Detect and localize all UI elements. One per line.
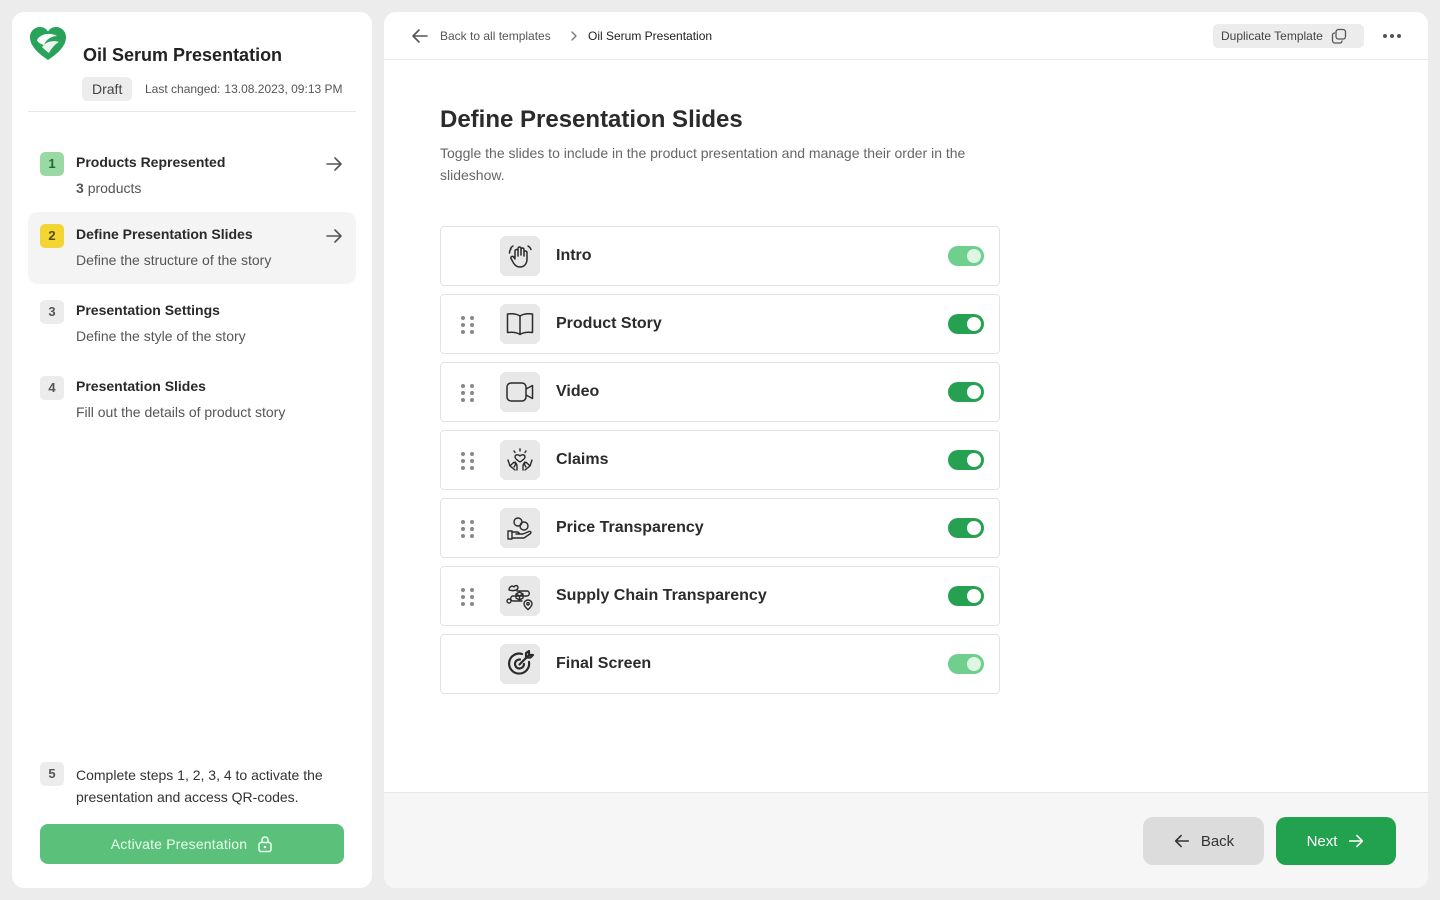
last-changed: Last changed: 13.08.2023, 09:13 PM	[145, 82, 343, 96]
slide-toggle-price-transparency[interactable]	[948, 518, 984, 538]
slide-toggle-supply-chain-transparency[interactable]	[948, 586, 984, 606]
last-changed-label: Last changed:	[145, 82, 221, 96]
presentation-title: Oil Serum Presentation	[83, 45, 283, 65]
slide-row-video: Video	[440, 362, 1000, 422]
back-button-label: Back	[1200, 832, 1235, 850]
drag-handle-icon[interactable]	[461, 452, 475, 470]
step-title: Products Represented	[76, 154, 226, 170]
step-products-represented[interactable]: 1 Products Represented 3 products	[28, 140, 356, 212]
more-options-icon[interactable]	[1380, 26, 1404, 46]
activate-button-label: Activate Presentation	[110, 836, 248, 852]
page-title: Define Presentation Slides	[440, 106, 743, 133]
step-subtitle: Fill out the details of product story	[76, 404, 286, 420]
step-number: 3	[40, 300, 64, 324]
copy-icon	[1331, 28, 1346, 44]
supply-route-icon	[500, 576, 540, 616]
lock-icon	[258, 836, 272, 853]
slide-label: Claims	[556, 451, 609, 468]
duplicate-button-label: Duplicate Template	[1221, 29, 1323, 43]
slide-toggle-intro[interactable]	[948, 246, 984, 266]
back-arrow-icon[interactable]	[410, 26, 430, 46]
hand-coins-icon	[500, 508, 540, 548]
target-arrow-icon	[500, 644, 540, 684]
step-subtitle: Define the structure of the story	[76, 252, 272, 268]
slide-label: Product Story	[556, 315, 662, 332]
step-presentation-settings[interactable]: 3 Presentation Settings Define the style…	[28, 288, 356, 360]
chevron-right-icon	[571, 31, 577, 41]
step-define-presentation-slides[interactable]: 2 Define Presentation Slides Define the …	[28, 212, 356, 284]
step-title: Presentation Settings	[76, 302, 220, 318]
slide-toggle-claims[interactable]	[948, 450, 984, 470]
arrow-right-icon	[326, 229, 342, 243]
hands-heart-icon	[500, 440, 540, 480]
arrow-right-icon	[1349, 834, 1364, 848]
slide-label: Intro	[556, 247, 592, 264]
step-subtitle: Define the style of the story	[76, 328, 246, 344]
product-count: 3	[76, 180, 84, 196]
step-presentation-slides[interactable]: 4 Presentation Slides Fill out the detai…	[28, 364, 356, 436]
next-button[interactable]: Next	[1276, 817, 1396, 865]
slide-label: Final Screen	[556, 655, 652, 672]
slide-row-price-transparency: Price Transparency	[440, 498, 1000, 558]
step-title: Presentation Slides	[76, 378, 206, 394]
page-description: Toggle the slides to include in the prod…	[440, 145, 966, 183]
step-number: 4	[40, 376, 64, 400]
slide-label: Supply Chain Transparency	[556, 587, 767, 604]
drag-handle-icon[interactable]	[461, 316, 475, 334]
sidebar: Oil Serum Presentation Draft Last change…	[12, 12, 372, 888]
activate-presentation-button[interactable]: Activate Presentation	[40, 824, 344, 864]
top-bar: Back to all templates Oil Serum Presenta…	[384, 12, 1428, 60]
step-title: Define Presentation Slides	[76, 226, 253, 242]
slide-row-intro: Intro	[440, 226, 1000, 286]
duplicate-template-button[interactable]: Duplicate Template	[1213, 24, 1364, 48]
drag-handle-icon[interactable]	[461, 384, 475, 402]
breadcrumb-current: Oil Serum Presentation	[588, 29, 713, 43]
step-activate-text: Complete steps 1, 2, 3, 4 to activate th…	[76, 767, 323, 805]
slide-toggle-video[interactable]	[948, 382, 984, 402]
arrow-left-icon	[1174, 834, 1189, 848]
slide-row-claims: Claims	[440, 430, 1000, 490]
step-number: 1	[40, 152, 64, 176]
slide-label: Video	[556, 383, 600, 400]
step-number: 5	[40, 762, 64, 786]
slide-toggle-product-story[interactable]	[948, 314, 984, 334]
slide-row-product-story: Product Story	[440, 294, 1000, 354]
drag-handle-icon[interactable]	[461, 520, 475, 538]
product-count-unit: products	[87, 180, 142, 196]
step-subtitle: 3 products	[76, 180, 141, 196]
arrow-right-icon	[326, 157, 342, 171]
video-camera-icon	[500, 372, 540, 412]
sidebar-header: Oil Serum Presentation Draft Last change…	[28, 26, 356, 112]
back-button[interactable]: Back	[1143, 817, 1264, 865]
open-book-icon	[500, 304, 540, 344]
main-panel: Back to all templates Oil Serum Presenta…	[384, 12, 1428, 888]
last-changed-value: 13.08.2023, 09:13 PM	[224, 82, 343, 96]
next-button-label: Next	[1306, 832, 1338, 850]
hand-wave-icon	[500, 236, 540, 276]
drag-handle-icon[interactable]	[461, 588, 475, 606]
footer-bar: Back Next	[384, 792, 1428, 888]
breadcrumb-back-link[interactable]: Back to all templates	[440, 29, 551, 43]
slide-toggle-final-screen[interactable]	[948, 654, 984, 674]
slide-row-supply-chain-transparency: Supply Chain Transparency	[440, 566, 1000, 626]
step-number: 2	[40, 224, 64, 248]
brand-logo-icon	[30, 27, 66, 60]
slide-row-final-screen: Final Screen	[440, 634, 1000, 694]
status-badge: Draft	[82, 77, 133, 101]
slide-label: Price Transparency	[556, 519, 704, 536]
